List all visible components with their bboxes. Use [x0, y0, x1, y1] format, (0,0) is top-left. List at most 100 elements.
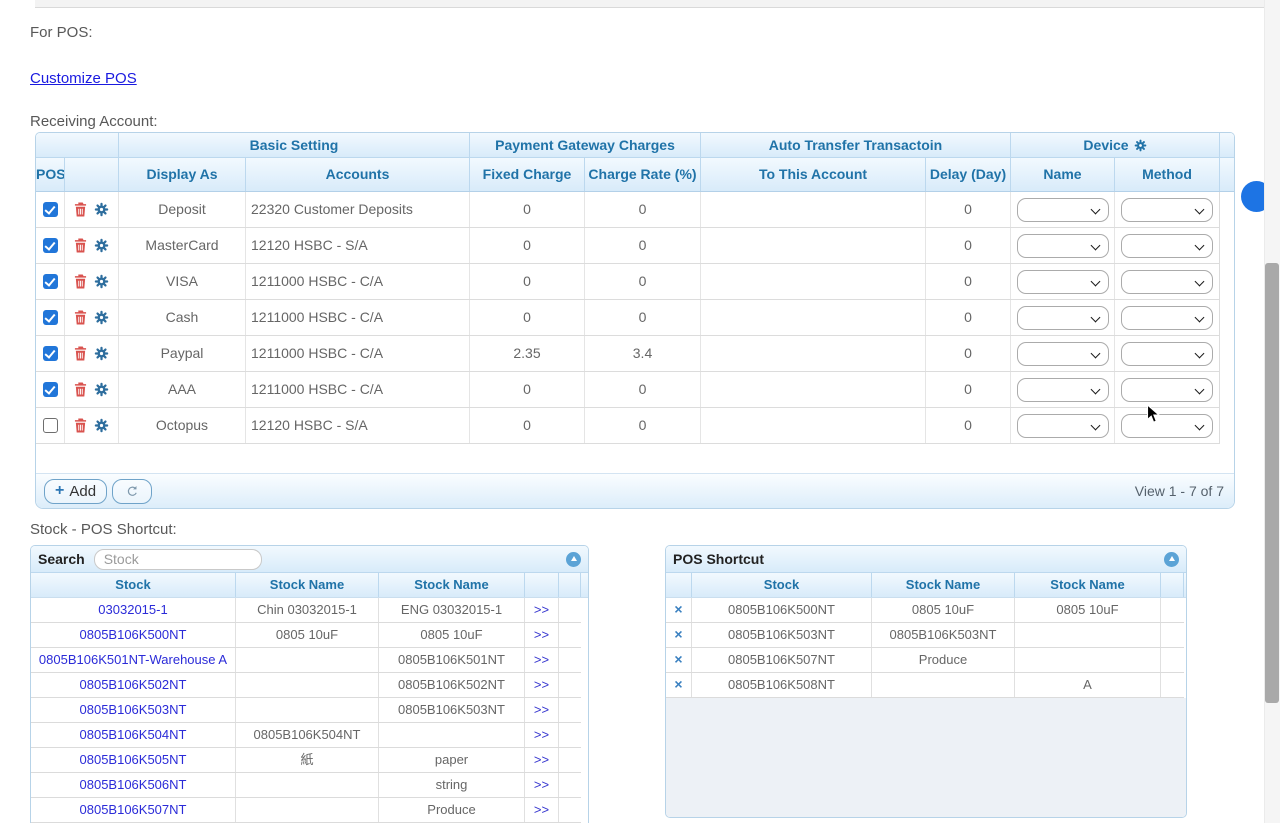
- pos-checkbox[interactable]: [43, 274, 58, 289]
- move-to-shortcut-link[interactable]: >>: [525, 748, 559, 772]
- gear-icon[interactable]: [94, 274, 109, 289]
- remove-x-icon[interactable]: ×: [666, 673, 692, 697]
- shortcut-row[interactable]: ×0805B106K508NTA: [666, 673, 1184, 698]
- stock-row[interactable]: 0805B106K506NTstring>>: [31, 773, 581, 798]
- col-header-name[interactable]: Name: [1011, 158, 1115, 191]
- trash-icon[interactable]: [74, 202, 87, 217]
- device-method-select[interactable]: [1121, 414, 1213, 438]
- stock-row[interactable]: 0805B106K503NT0805B106K503NT>>: [31, 698, 581, 723]
- col-header-pos[interactable]: POS: [36, 158, 65, 191]
- refresh-button[interactable]: [112, 479, 152, 504]
- device-settings-gear-icon[interactable]: [1134, 139, 1147, 152]
- move-to-shortcut-link[interactable]: >>: [525, 623, 559, 647]
- device-method-select[interactable]: [1121, 306, 1213, 330]
- receiving-row[interactable]: MasterCard12120 HSBC - S/A000: [36, 228, 1220, 264]
- col-header-display-as[interactable]: Display As: [119, 158, 246, 191]
- col-header-fixed-charge[interactable]: Fixed Charge: [470, 158, 585, 191]
- col-header-stock[interactable]: Stock: [31, 573, 236, 597]
- pos-checkbox[interactable]: [43, 310, 58, 325]
- move-to-shortcut-link[interactable]: >>: [525, 598, 559, 622]
- device-name-select[interactable]: [1017, 414, 1109, 438]
- col-header-stock[interactable]: Stock: [692, 573, 872, 597]
- device-method-select[interactable]: [1121, 234, 1213, 258]
- trash-icon[interactable]: [74, 274, 87, 289]
- stock-row[interactable]: 0805B106K500NT0805 10uF0805 10uF>>: [31, 623, 581, 648]
- device-name-select[interactable]: [1017, 270, 1109, 294]
- device-name-select[interactable]: [1017, 198, 1109, 222]
- add-button[interactable]: + Add: [44, 479, 107, 504]
- device-name-select[interactable]: [1017, 234, 1109, 258]
- trash-icon[interactable]: [74, 310, 87, 325]
- shortcut-row[interactable]: ×0805B106K507NTProduce: [666, 648, 1184, 673]
- receiving-row[interactable]: Deposit22320 Customer Deposits000: [36, 192, 1220, 228]
- pos-checkbox[interactable]: [43, 202, 58, 217]
- stock-code-link[interactable]: 03032015-1: [31, 598, 236, 622]
- stock-row[interactable]: 0805B106K501NT-Warehouse A0805B106K501NT…: [31, 648, 581, 673]
- receiving-row[interactable]: VISA1211000 HSBC - C/A000: [36, 264, 1220, 300]
- customize-pos-link[interactable]: Customize POS: [30, 70, 137, 87]
- stock-code-link[interactable]: 0805B106K504NT: [31, 723, 236, 747]
- stock-code-link[interactable]: 0805B106K506NT: [31, 773, 236, 797]
- trash-icon[interactable]: [74, 346, 87, 361]
- trash-icon[interactable]: [74, 238, 87, 253]
- receiving-row[interactable]: Octopus12120 HSBC - S/A000: [36, 408, 1220, 444]
- stock-row[interactable]: 0805B106K507NTProduce>>: [31, 798, 581, 823]
- stock-code-link[interactable]: 0805B106K500NT: [31, 623, 236, 647]
- gear-icon[interactable]: [94, 382, 109, 397]
- device-method-select[interactable]: [1121, 342, 1213, 366]
- move-to-shortcut-link[interactable]: >>: [525, 798, 559, 822]
- gear-icon[interactable]: [94, 310, 109, 325]
- gear-icon[interactable]: [94, 346, 109, 361]
- remove-x-icon[interactable]: ×: [666, 648, 692, 672]
- stock-code-link[interactable]: 0805B106K503NT: [31, 698, 236, 722]
- shortcut-row[interactable]: ×0805B106K500NT0805 10uF0805 10uF: [666, 598, 1184, 623]
- device-name-select[interactable]: [1017, 306, 1109, 330]
- col-header-stock-name-1[interactable]: Stock Name: [872, 573, 1015, 597]
- receiving-row[interactable]: AAA1211000 HSBC - C/A000: [36, 372, 1220, 408]
- trash-icon[interactable]: [74, 418, 87, 433]
- stock-row[interactable]: 0805B106K505NT紙paper>>: [31, 748, 581, 773]
- col-header-method[interactable]: Method: [1115, 158, 1220, 191]
- pos-checkbox[interactable]: [43, 418, 58, 433]
- col-header-accounts[interactable]: Accounts: [246, 158, 470, 191]
- col-header-stock-name-1[interactable]: Stock Name: [236, 573, 379, 597]
- device-name-select[interactable]: [1017, 378, 1109, 402]
- move-to-shortcut-link[interactable]: >>: [525, 698, 559, 722]
- receiving-row[interactable]: Cash1211000 HSBC - C/A000: [36, 300, 1220, 336]
- remove-x-icon[interactable]: ×: [666, 623, 692, 647]
- trash-icon[interactable]: [74, 382, 87, 397]
- gear-icon[interactable]: [94, 418, 109, 433]
- collapse-panel-icon[interactable]: [1164, 552, 1179, 567]
- device-method-select[interactable]: [1121, 378, 1213, 402]
- col-header-stock-name-2[interactable]: Stock Name: [1015, 573, 1161, 597]
- stock-search-input[interactable]: [94, 549, 262, 570]
- receiving-row[interactable]: Paypal1211000 HSBC - C/A2.353.40: [36, 336, 1220, 372]
- stock-code-link[interactable]: 0805B106K501NT-Warehouse A: [31, 648, 236, 672]
- pos-checkbox[interactable]: [43, 238, 58, 253]
- move-to-shortcut-link[interactable]: >>: [525, 648, 559, 672]
- move-to-shortcut-link[interactable]: >>: [525, 673, 559, 697]
- pos-checkbox[interactable]: [43, 382, 58, 397]
- stock-code-link[interactable]: 0805B106K507NT: [31, 798, 236, 822]
- pos-checkbox[interactable]: [43, 346, 58, 361]
- move-to-shortcut-link[interactable]: >>: [525, 723, 559, 747]
- device-method-select[interactable]: [1121, 270, 1213, 294]
- gear-icon[interactable]: [94, 202, 109, 217]
- move-to-shortcut-link[interactable]: >>: [525, 773, 559, 797]
- col-header-delay[interactable]: Delay (Day): [926, 158, 1011, 191]
- scrollbar-thumb[interactable]: [1265, 263, 1279, 703]
- stock-code-link[interactable]: 0805B106K502NT: [31, 673, 236, 697]
- stock-row[interactable]: 0805B106K504NT0805B106K504NT>>: [31, 723, 581, 748]
- collapse-panel-icon[interactable]: [566, 552, 581, 567]
- device-method-select[interactable]: [1121, 198, 1213, 222]
- col-header-charge-rate[interactable]: Charge Rate (%): [585, 158, 701, 191]
- device-name-select[interactable]: [1017, 342, 1109, 366]
- shortcut-row[interactable]: ×0805B106K503NT0805B106K503NT: [666, 623, 1184, 648]
- gear-icon[interactable]: [94, 238, 109, 253]
- stock-row[interactable]: 03032015-1Chin 03032015-1ENG 03032015-1>…: [31, 598, 581, 623]
- col-header-stock-name-2[interactable]: Stock Name: [379, 573, 525, 597]
- stock-code-link[interactable]: 0805B106K505NT: [31, 748, 236, 772]
- stock-row[interactable]: 0805B106K502NT0805B106K502NT>>: [31, 673, 581, 698]
- remove-x-icon[interactable]: ×: [666, 598, 692, 622]
- col-header-to-this-account[interactable]: To This Account: [701, 158, 926, 191]
